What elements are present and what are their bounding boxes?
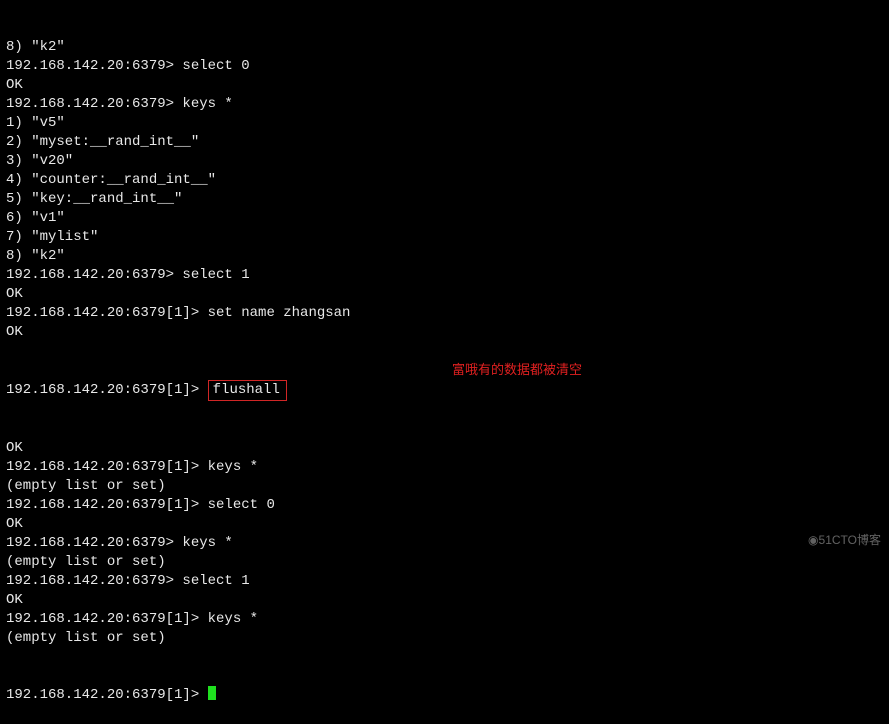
- terminal-line: 1) "v5": [6, 114, 883, 133]
- terminal-line: 192.168.142.20:6379[1]> select 0: [6, 496, 883, 515]
- terminal-output[interactable]: 8) "k2"192.168.142.20:6379> select 0OK19…: [0, 0, 889, 724]
- terminal-line: 192.168.142.20:6379> keys *: [6, 534, 883, 553]
- terminal-line: OK: [6, 323, 883, 342]
- highlighted-command-box: flushall: [208, 380, 287, 401]
- terminal-line: 7) "mylist": [6, 228, 883, 247]
- terminal-line: 192.168.142.20:6379> select 1: [6, 266, 883, 285]
- terminal-line: 8) "k2": [6, 38, 883, 57]
- cursor-block: [208, 686, 216, 700]
- terminal-line: (empty list or set): [6, 629, 883, 648]
- terminal-line: 8) "k2": [6, 247, 883, 266]
- terminal-line: OK: [6, 285, 883, 304]
- terminal-line: OK: [6, 591, 883, 610]
- terminal-line: 192.168.142.20:6379> keys *: [6, 95, 883, 114]
- terminal-line: OK: [6, 515, 883, 534]
- terminal-line: 4) "counter:__rand_int__": [6, 171, 883, 190]
- terminal-line: 192.168.142.20:6379> select 1: [6, 572, 883, 591]
- terminal-line: OK: [6, 76, 883, 95]
- terminal-line: 192.168.142.20:6379> select 0: [6, 57, 883, 76]
- logo-icon: ◉: [808, 533, 818, 547]
- prompt: 192.168.142.20:6379[1]>: [6, 687, 208, 703]
- prompt: 192.168.142.20:6379[1]>: [6, 382, 208, 398]
- terminal-line: 192.168.142.20:6379[1]> keys *: [6, 458, 883, 477]
- terminal-line: OK: [6, 439, 883, 458]
- highlighted-command: flushall: [213, 382, 280, 398]
- terminal-line: 6) "v1": [6, 209, 883, 228]
- watermark: ◉51CTO博客: [808, 531, 881, 550]
- terminal-line: 192.168.142.20:6379[1]> set name zhangsa…: [6, 304, 883, 323]
- terminal-line: 5) "key:__rand_int__": [6, 190, 883, 209]
- terminal-line: 2) "myset:__rand_int__": [6, 133, 883, 152]
- annotation-text: 富哦有的数据都被清空: [452, 360, 582, 379]
- terminal-line: 3) "v20": [6, 152, 883, 171]
- terminal-line: 192.168.142.20:6379[1]> keys *: [6, 610, 883, 629]
- terminal-line: (empty list or set): [6, 477, 883, 496]
